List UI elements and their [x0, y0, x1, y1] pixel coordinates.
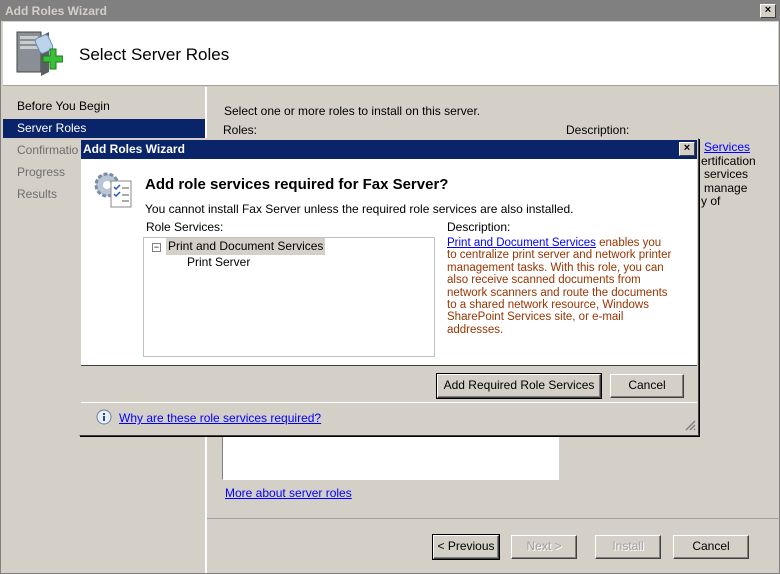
nav-item-before-you-begin[interactable]: Before You Begin: [3, 97, 205, 116]
role-services-label: Role Services:: [146, 220, 224, 234]
dialog-close-button[interactable]: ×: [679, 142, 695, 156]
wizard-header: Select Server Roles: [3, 22, 778, 86]
dialog-body: Add role services required for Fax Serve…: [81, 159, 697, 366]
add-required-role-services-button[interactable]: Add Required Role Services: [436, 373, 602, 399]
server-add-icon: [16, 31, 63, 76]
cancel-button[interactable]: Cancel: [673, 535, 749, 559]
more-about-server-roles-link[interactable]: More about server roles: [225, 486, 352, 500]
role-services-tree[interactable]: − Print and Document Services Print Serv…: [143, 237, 435, 357]
window-title-bar: Add Roles Wizard: [1, 1, 779, 21]
add-role-services-dialog: Add Roles Wizard × Add role services req…: [79, 138, 699, 436]
dialog-cancel-button[interactable]: Cancel: [610, 374, 684, 398]
dialog-message: You cannot install Fax Server unless the…: [145, 202, 574, 216]
install-button: Install: [595, 535, 661, 559]
description-line: services: [704, 167, 749, 181]
instruction-text: Select one or more roles to install on t…: [224, 104, 481, 118]
description-line: manage: [704, 180, 748, 195]
roles-label: Roles:: [223, 123, 258, 137]
role-description-link[interactable]: Services: [701, 141, 780, 155]
dialog-description-text: enables you to centralize print server a…: [447, 237, 672, 336]
description-line: ertification: [701, 153, 756, 168]
window-close-button[interactable]: ×: [760, 4, 776, 18]
dialog-description-label: Description:: [447, 220, 511, 234]
tree-item-print-document-services[interactable]: Print and Document Services: [166, 238, 326, 255]
dialog-title-bar: Add Roles Wizard: [81, 140, 697, 159]
window-title: Add Roles Wizard: [5, 4, 107, 18]
dialog-heading: Add role services required for Fax Serve…: [145, 176, 449, 193]
nav-item-server-roles[interactable]: Server Roles: [3, 119, 205, 138]
description-line: y of: [701, 194, 721, 208]
next-button: Next >: [511, 535, 577, 559]
resize-grip-icon[interactable]: [684, 419, 696, 431]
dialog-divider: [81, 402, 697, 403]
page-title: Select Server Roles: [79, 45, 230, 64]
info-icon: [96, 409, 112, 425]
collapse-icon[interactable]: −: [152, 243, 161, 252]
dialog-description: Print and Document Services enables you …: [447, 237, 672, 336]
dialog-title: Add Roles Wizard: [83, 142, 185, 156]
why-required-help-link[interactable]: Why are these role services required?: [119, 411, 321, 425]
previous-button[interactable]: < Previous: [432, 534, 500, 560]
footer-divider: [207, 518, 780, 519]
tree-item-print-server[interactable]: Print Server: [187, 254, 250, 271]
description-label: Description:: [566, 123, 630, 137]
print-document-services-link[interactable]: Print and Document Services: [447, 237, 596, 249]
gear-checklist-icon: [94, 172, 132, 208]
role-description-fragment: Services ertification services manage y …: [701, 141, 780, 209]
